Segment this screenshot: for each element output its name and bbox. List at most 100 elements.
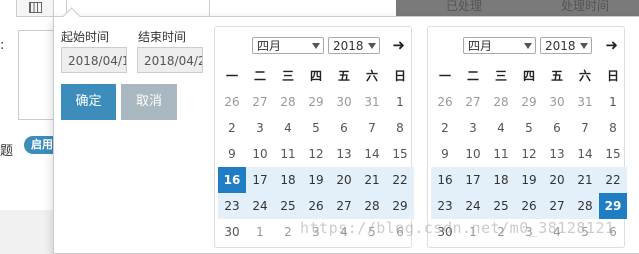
day-cell[interactable]: 17 <box>459 167 487 193</box>
weekday-header: 六 <box>365 69 378 83</box>
day-cell[interactable]: 19 <box>515 167 543 193</box>
day-cell[interactable]: 9 <box>218 141 246 167</box>
end-date-input[interactable]: 2018/04/29 <box>137 47 203 73</box>
day-cell[interactable]: 5 <box>515 115 543 141</box>
weekday-header: 三 <box>281 69 294 83</box>
day-cell[interactable]: 13 <box>543 141 571 167</box>
day-cell[interactable]: 29 <box>515 89 543 115</box>
day-cell[interactable]: 2 <box>274 219 302 245</box>
day-cell[interactable]: 29 <box>302 89 330 115</box>
day-cell[interactable]: 4 <box>274 115 302 141</box>
weekday-header: 四 <box>309 69 322 83</box>
day-cell[interactable]: 10 <box>246 141 274 167</box>
month-select[interactable]: 四月 <box>252 37 324 54</box>
confirm-button[interactable]: 确定 <box>61 84 116 120</box>
day-cell[interactable]: 26 <box>515 193 543 219</box>
day-cell[interactable]: 22 <box>386 167 414 193</box>
table-header: 已处理 处理时间 <box>396 0 639 16</box>
day-cell[interactable]: 21 <box>358 167 386 193</box>
day-cell[interactable]: 12 <box>302 141 330 167</box>
table-header-cell-time: 处理时间 <box>561 0 610 13</box>
day-cell[interactable]: 25 <box>487 193 515 219</box>
calendar-toggle-button[interactable] <box>16 0 54 17</box>
day-cell[interactable]: 20 <box>543 167 571 193</box>
day-cell[interactable]: 26 <box>218 89 246 115</box>
day-cell[interactable]: 31 <box>358 89 386 115</box>
day-cell[interactable]: 8 <box>599 115 627 141</box>
day-cell[interactable]: 1 <box>246 219 274 245</box>
day-cell[interactable]: 3 <box>246 115 274 141</box>
day-cell[interactable]: 24 <box>246 193 274 219</box>
day-cell[interactable]: 8 <box>386 115 414 141</box>
day-cell[interactable]: 23 <box>431 193 459 219</box>
day-cell[interactable]: 17 <box>246 167 274 193</box>
year-select[interactable]: 2018 <box>540 37 592 54</box>
day-cell[interactable]: 6 <box>543 115 571 141</box>
next-month-arrow-icon[interactable]: ➜ <box>605 35 618 55</box>
day-cell[interactable]: 7 <box>358 115 386 141</box>
day-cell[interactable]: 12 <box>515 141 543 167</box>
day-cell[interactable]: 28 <box>487 89 515 115</box>
form-label-topic: 题 <box>0 144 14 159</box>
day-cell[interactable]: 19 <box>302 167 330 193</box>
day-cell[interactable]: 26 <box>302 193 330 219</box>
day-cell[interactable]: 30 <box>330 89 358 115</box>
day-cell-selected[interactable]: 16 <box>218 167 246 193</box>
day-cell[interactable]: 16 <box>431 167 459 193</box>
day-cell[interactable]: 1 <box>386 89 414 115</box>
day-cell[interactable]: 24 <box>459 193 487 219</box>
date-range-input[interactable] <box>66 0 210 17</box>
day-cell[interactable]: 27 <box>459 89 487 115</box>
day-cell[interactable]: 27 <box>246 89 274 115</box>
calendar-right: 四月 2018 ➜ 一二三四五六日 26 27 28 29 30 31 1 2 3 4 5 6 7 8 9 10… <box>427 26 627 248</box>
day-cell[interactable]: 28 <box>358 193 386 219</box>
day-cell[interactable]: 30 <box>218 219 246 245</box>
day-cell[interactable]: 4 <box>487 115 515 141</box>
year-select[interactable]: 2018 <box>328 37 380 54</box>
calendar-icon <box>29 2 42 13</box>
day-cell[interactable]: 14 <box>571 141 599 167</box>
day-cell[interactable]: 26 <box>431 89 459 115</box>
next-month-arrow-icon[interactable]: ➜ <box>392 35 405 55</box>
day-cell[interactable]: 6 <box>330 115 358 141</box>
day-cell[interactable]: 25 <box>274 193 302 219</box>
day-cell-selected[interactable]: 29 <box>599 193 627 219</box>
calendar-left: 四月 2018 ➜ 一二三四五六日 26 27 28 29 30 31 1 2 3 4 5 6 7 8 9 10… <box>214 26 414 248</box>
day-cell[interactable]: 7 <box>571 115 599 141</box>
day-cell[interactable]: 9 <box>431 141 459 167</box>
day-cell[interactable]: 28 <box>571 193 599 219</box>
cancel-button[interactable]: 取消 <box>121 84 177 120</box>
weekday-header: 五 <box>550 69 563 83</box>
day-cell[interactable]: 10 <box>459 141 487 167</box>
day-cell[interactable]: 11 <box>274 141 302 167</box>
day-cell[interactable]: 1 <box>599 89 627 115</box>
day-cell[interactable]: 28 <box>274 89 302 115</box>
month-select[interactable]: 四月 <box>463 37 536 54</box>
day-cell[interactable]: 27 <box>543 193 571 219</box>
day-cell[interactable]: 3 <box>459 115 487 141</box>
dropdown-arrow-icon <box>524 43 532 49</box>
weekday-header: 日 <box>606 69 619 83</box>
day-cell[interactable]: 2 <box>218 115 246 141</box>
dropdown-arrow-icon <box>580 43 588 49</box>
day-cell[interactable]: 14 <box>358 141 386 167</box>
day-cell[interactable]: 30 <box>543 89 571 115</box>
day-cell[interactable]: 22 <box>599 167 627 193</box>
day-cell[interactable]: 31 <box>571 89 599 115</box>
day-cell[interactable]: 29 <box>386 193 414 219</box>
day-cell[interactable]: 23 <box>218 193 246 219</box>
day-cell[interactable]: 11 <box>487 141 515 167</box>
start-time-label: 起始时间 <box>61 30 110 44</box>
day-cell[interactable]: 5 <box>302 115 330 141</box>
day-cell[interactable]: 18 <box>487 167 515 193</box>
day-cell[interactable]: 15 <box>386 141 414 167</box>
day-cell[interactable]: 21 <box>571 167 599 193</box>
day-cell[interactable]: 18 <box>274 167 302 193</box>
start-date-input[interactable]: 2018/04/16 <box>61 47 127 73</box>
weekday-header: 二 <box>253 69 266 83</box>
day-cell[interactable]: 20 <box>330 167 358 193</box>
day-cell[interactable]: 2 <box>431 115 459 141</box>
day-cell[interactable]: 27 <box>330 193 358 219</box>
day-cell[interactable]: 13 <box>330 141 358 167</box>
day-cell[interactable]: 15 <box>599 141 627 167</box>
